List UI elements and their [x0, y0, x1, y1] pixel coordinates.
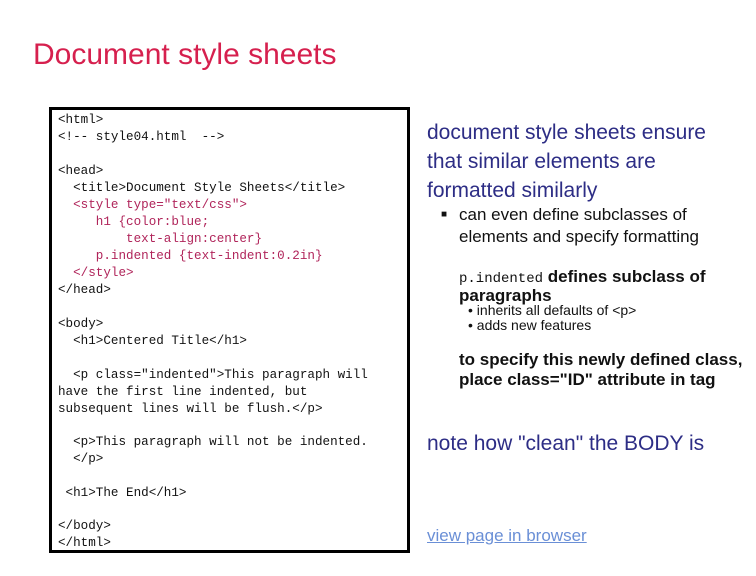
code-line: <p class="indented">This paragraph will [58, 368, 368, 382]
code-line: subsequent lines will be flush.</p> [58, 402, 323, 416]
code-line: <p>This paragraph will not be indented. [58, 435, 368, 449]
note-main-line: that similar elements are [427, 150, 656, 173]
code-line: <head> [58, 164, 104, 178]
note-main-line: note how "clean" the BODY is [427, 432, 705, 455]
note-text: defines subclass of [543, 267, 706, 286]
code-line: <!-- style04.html --> [58, 130, 225, 144]
note-subsub-line: • inherits all defaults of <p> [468, 302, 637, 318]
view-page-link[interactable]: view page in browser [427, 526, 587, 546]
note-main-line: formatted similarly [427, 179, 598, 202]
note-sub-line: to specify this newly defined class, [459, 350, 743, 369]
note-main-line: document style sheets ensure [427, 121, 706, 144]
code-line-css: text-align:center} [58, 232, 263, 246]
code-line: <h1>The End</h1> [58, 486, 187, 500]
code-line: have the first line indented, but [58, 385, 308, 399]
note-subsub-line: • adds new features [468, 317, 592, 333]
code-line: <title>Document Style Sheets</title> [58, 181, 346, 195]
code-line: <h1>Centered Title</h1> [58, 334, 247, 348]
note-sub-line: place class="ID" attribute in tag [459, 370, 716, 389]
code-line: </body> [58, 519, 111, 533]
code-line: </head> [58, 283, 111, 297]
note-sub-line: can even define subclasses of [459, 205, 687, 224]
code-line: </html> [58, 536, 111, 550]
code-line-css: <style type="text/css"> [58, 198, 247, 212]
note-sub-line: elements and specify formatting [459, 227, 700, 246]
code-line: <body> [58, 317, 104, 331]
code-line-css: h1 {color:blue; [58, 215, 210, 229]
code-line-css: p.indented {text-indent:0.2in} [58, 249, 323, 263]
code-line: <html> [58, 113, 104, 127]
code-line-css: </style> [58, 266, 134, 280]
code-listing-box: <html> <!-- style04.html --> <head> <tit… [49, 107, 410, 553]
code-line: </p> [58, 452, 104, 466]
square-bullet-icon: ■ [441, 209, 448, 220]
slide-title: Document style sheets [33, 38, 337, 71]
